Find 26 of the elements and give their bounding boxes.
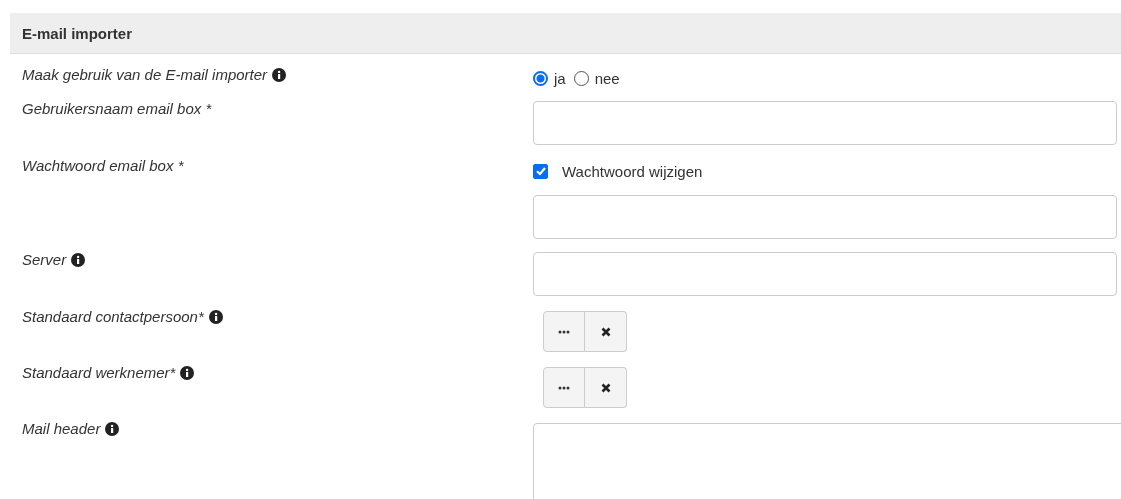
close-icon	[600, 382, 611, 393]
info-icon[interactable]	[105, 422, 120, 436]
password-field[interactable]	[533, 195, 1117, 239]
section-title: E-mail importer	[22, 24, 133, 42]
field-label: Mail header	[22, 420, 101, 437]
radio-option[interactable]: ja	[533, 68, 566, 88]
close-icon	[600, 326, 611, 337]
field-label: Maak gebruik van de E-mail importer	[22, 66, 268, 83]
clear-button[interactable]	[585, 311, 627, 352]
info-icon[interactable]	[272, 68, 287, 82]
field-label: Standaard werknemer*	[22, 364, 176, 381]
input-field[interactable]	[533, 252, 1117, 296]
field-label: Standaard contactpersoon*	[22, 308, 204, 325]
field-label: Server	[22, 251, 67, 268]
ellipsis-icon	[558, 385, 570, 390]
info-icon[interactable]	[208, 310, 223, 324]
info-icon[interactable]	[180, 366, 195, 380]
input-field[interactable]	[533, 101, 1117, 145]
field-label: Wachtwoord email box *	[22, 157, 184, 174]
ellipsis-icon	[558, 329, 570, 334]
radio-option[interactable]: nee	[573, 68, 620, 88]
check-icon	[534, 165, 547, 177]
info-icon[interactable]	[71, 253, 86, 267]
field-label: Gebruikersnaam email box *	[22, 100, 212, 117]
checkbox-option[interactable]: Wachtwoord wijzigen	[533, 145, 1117, 180]
clear-button[interactable]	[585, 367, 627, 408]
